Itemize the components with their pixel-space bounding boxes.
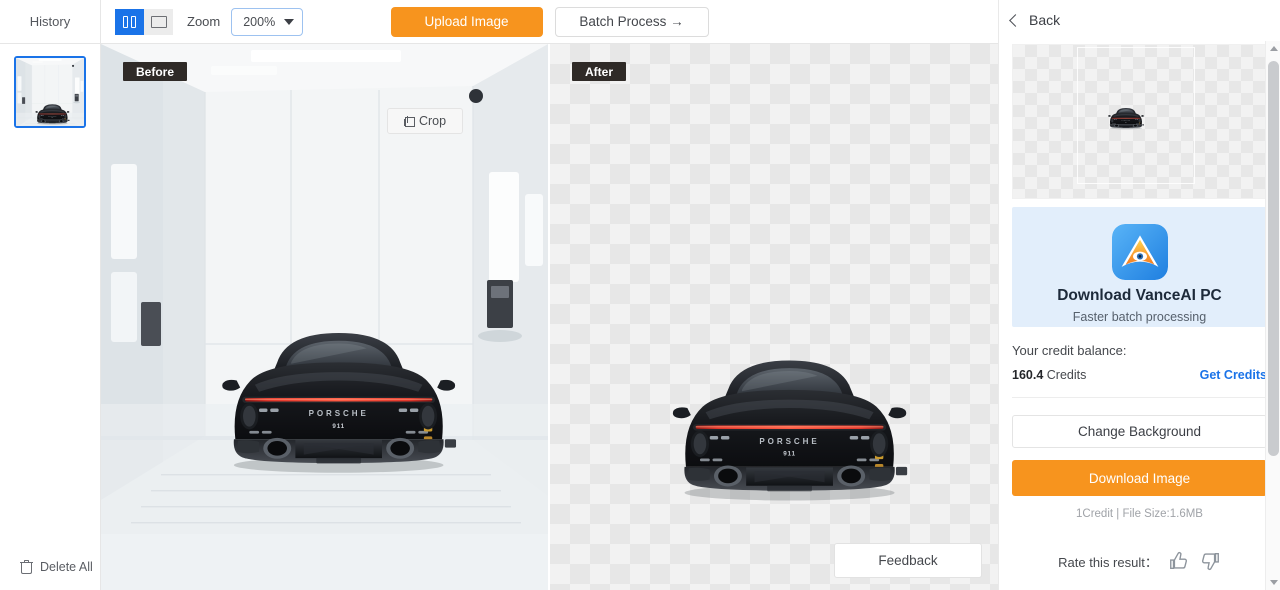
- result-panel: Back Download VanceAI PC Faster batch pr…: [998, 0, 1280, 590]
- delete-all-label: Delete All: [40, 560, 93, 574]
- before-tag: Before: [123, 62, 188, 81]
- scrollbar-thumb[interactable]: [1268, 61, 1279, 456]
- editor-toolbar: Zoom 200% Upload Image Batch Process →: [101, 0, 998, 44]
- result-panel-body: Download VanceAI PC Faster batch process…: [999, 40, 1280, 590]
- comparison-canvas: Before Crop After Feedback: [101, 44, 998, 590]
- scroll-down-arrow-icon[interactable]: [1266, 575, 1280, 590]
- credit-value: 160.4: [1012, 368, 1044, 382]
- split-view-icon: [123, 15, 136, 28]
- crop-label: Crop: [418, 114, 447, 128]
- credit-amount: 160.4 Credits: [1012, 368, 1086, 382]
- rate-result-row: Rate this result：: [1012, 550, 1267, 590]
- app-root: History Delete All Zoom 200% Upload Imag…: [0, 0, 1280, 590]
- batch-process-button[interactable]: Batch Process →: [554, 6, 709, 37]
- file-meta-text: 1Credit | File Size:1.6MB: [1076, 508, 1203, 520]
- after-tag: After: [572, 62, 627, 81]
- upload-image-button[interactable]: Upload Image: [390, 6, 543, 37]
- get-credits-link[interactable]: Get Credits: [1200, 368, 1267, 382]
- delete-all-button[interactable]: Delete All: [0, 544, 100, 590]
- toolbar-actions: Upload Image Batch Process →: [390, 6, 709, 37]
- history-sidebar: History Delete All: [0, 0, 101, 590]
- history-header: History: [0, 0, 100, 44]
- rate-label: Rate this result：: [1058, 554, 1158, 570]
- crop-icon: [403, 116, 415, 127]
- after-pane[interactable]: After: [550, 44, 998, 590]
- vanceai-logo-icon: [1112, 224, 1168, 280]
- promo-title: Download VanceAI PC: [1057, 287, 1222, 304]
- promo-subtitle: Faster batch processing: [1072, 310, 1207, 324]
- single-view-icon: [150, 15, 167, 28]
- result-preview[interactable]: [1012, 44, 1267, 199]
- history-thumbnail-item[interactable]: [14, 56, 86, 128]
- history-list: [0, 44, 100, 544]
- preview-image: [1013, 45, 1266, 198]
- zoom-select[interactable]: 200%: [231, 7, 304, 36]
- thumbs-up-icon[interactable]: [1168, 550, 1190, 572]
- rating-buttons: [1168, 550, 1221, 572]
- download-image-button[interactable]: Download Image: [1012, 460, 1267, 496]
- before-pane[interactable]: Before Crop: [101, 44, 548, 590]
- back-button[interactable]: Back: [999, 0, 1280, 40]
- after-image: [550, 44, 998, 590]
- change-background-button[interactable]: Change Background: [1012, 415, 1267, 448]
- split-view-button[interactable]: [115, 8, 144, 35]
- main-area: Zoom 200% Upload Image Batch Process → B: [101, 0, 998, 590]
- chevron-down-icon: [284, 18, 295, 25]
- scroll-up-arrow-icon[interactable]: [1266, 41, 1280, 56]
- crop-button[interactable]: Crop: [387, 108, 463, 134]
- result-panel-scrollbar[interactable]: [1265, 41, 1280, 590]
- feedback-button[interactable]: Feedback: [834, 543, 982, 578]
- chevron-left-icon: [1009, 13, 1022, 27]
- credit-balance-label: Your credit balance:: [1012, 343, 1127, 358]
- download-pc-promo[interactable]: Download VanceAI PC Faster batch process…: [1012, 207, 1267, 327]
- zoom-label: Zoom: [187, 14, 221, 29]
- back-label: Back: [1029, 12, 1061, 28]
- credit-balance-row: 160.4 Credits Get Credits: [1012, 368, 1267, 398]
- history-title: History: [29, 14, 71, 29]
- credit-unit: Credits: [1046, 368, 1087, 382]
- single-view-button[interactable]: [144, 8, 173, 35]
- before-image: [101, 44, 548, 534]
- trash-icon: [20, 560, 33, 574]
- thumbs-down-icon[interactable]: [1199, 550, 1221, 572]
- zoom-value: 200%: [243, 14, 276, 29]
- view-mode-toggle: [115, 8, 173, 35]
- history-thumbnail-image: [16, 58, 84, 128]
